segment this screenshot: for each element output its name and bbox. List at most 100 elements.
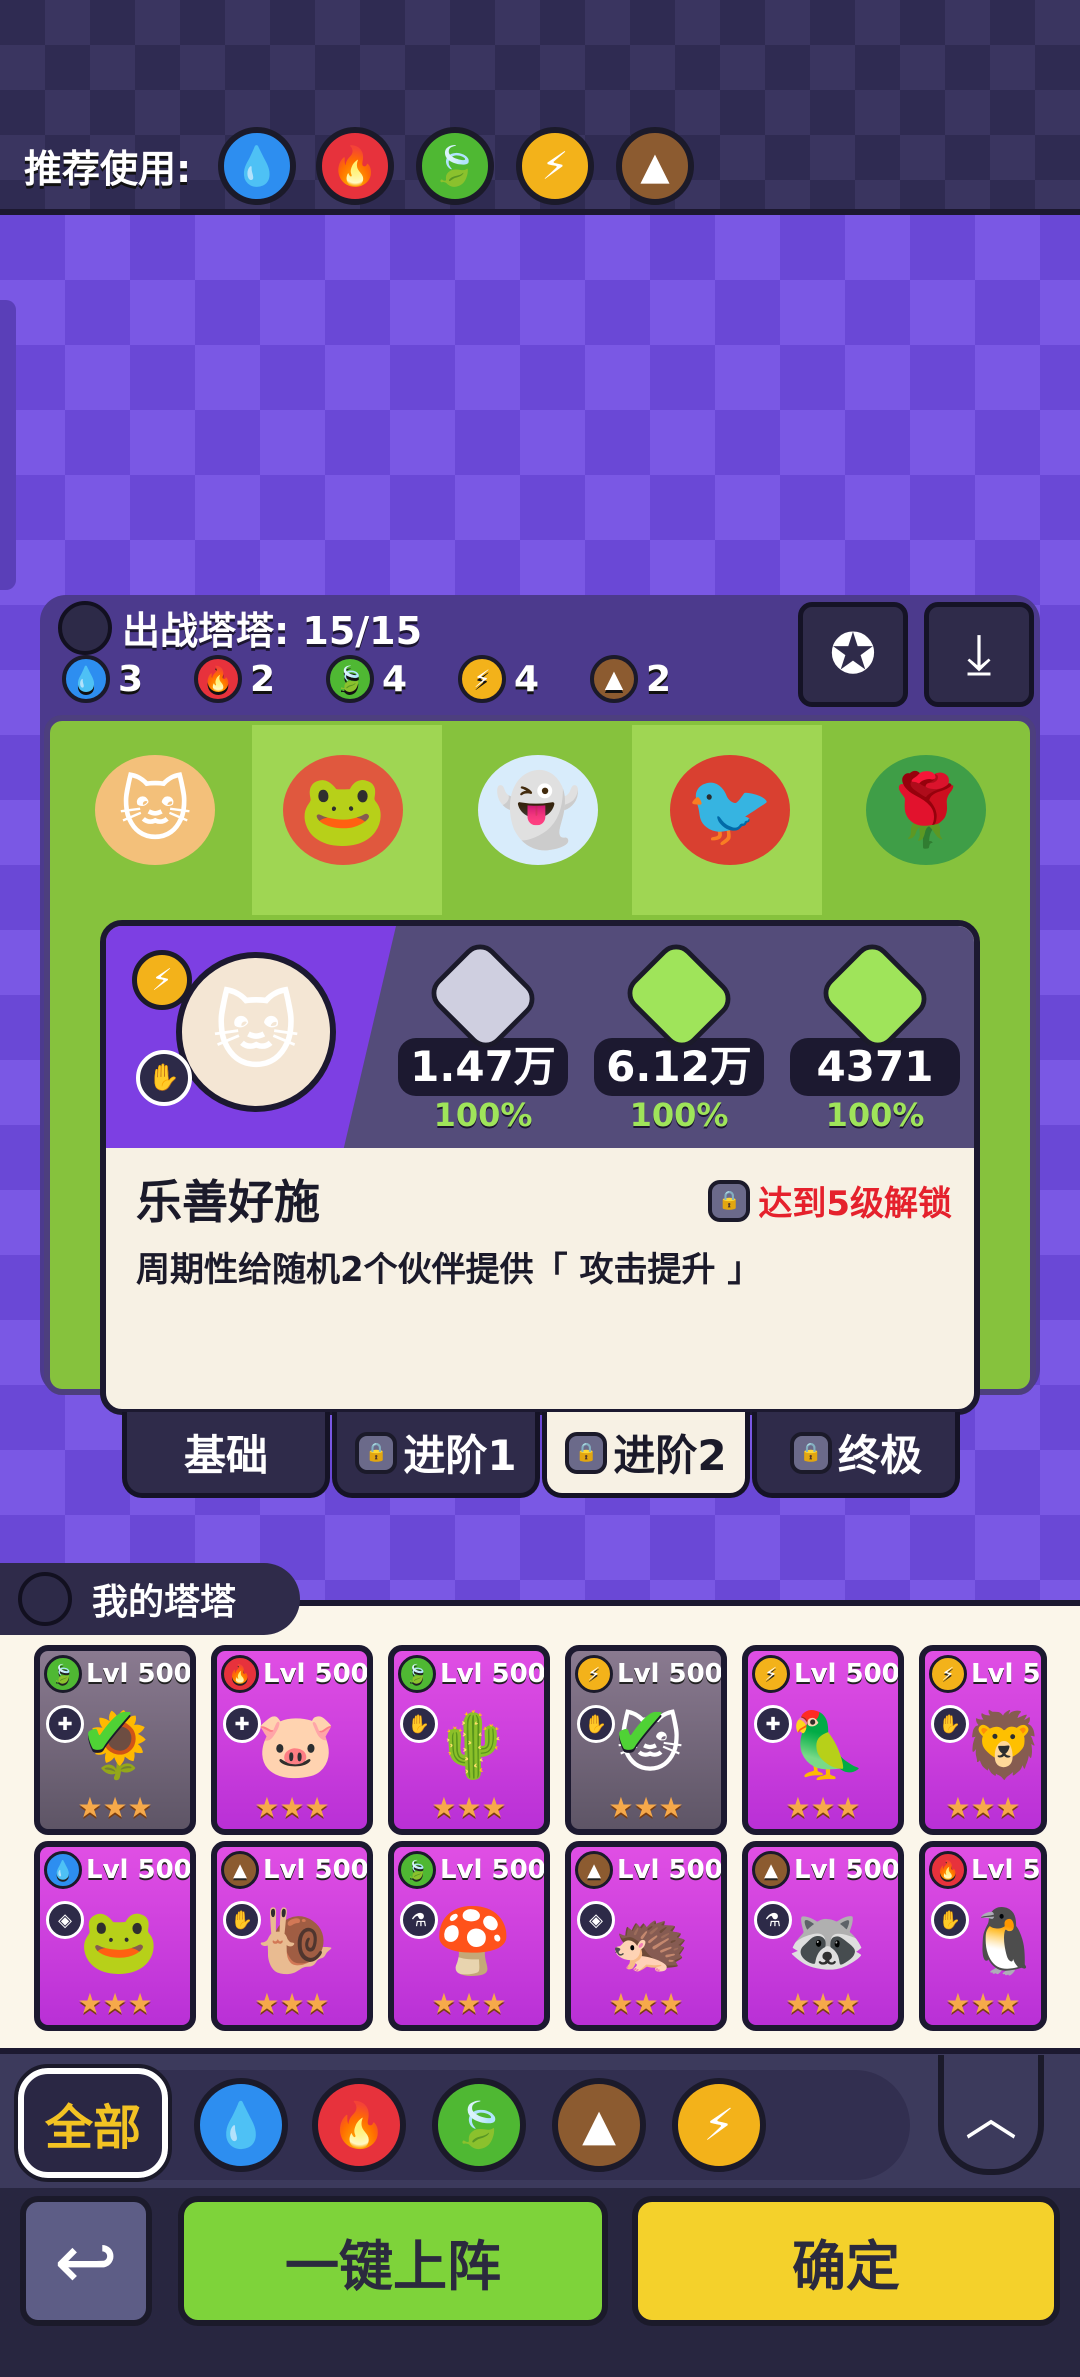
- side-handle[interactable]: [0, 300, 16, 590]
- card-level: ⚡ Lvl 5: [929, 1655, 1041, 1693]
- grid-unit-bird[interactable]: 🐦: [670, 755, 790, 865]
- my-towers-title: 我的塔塔: [92, 1582, 237, 1623]
- tower-card[interactable]: ▲ Lvl 500 ◈ 🦔 ★★★: [565, 1841, 727, 2031]
- tower-art: 🐌: [256, 1904, 336, 1979]
- grid-unit-frog[interactable]: 🐸: [283, 755, 403, 865]
- skill-lock-status: 🔒 达到5级解锁: [708, 1176, 952, 1225]
- tower-mascot-icon: [58, 600, 112, 655]
- star-rating-icon: ★★★: [945, 1791, 1021, 1824]
- star-rating-icon: ★★★: [77, 1987, 153, 2020]
- filter-leaf-button[interactable]: 🍃: [432, 2078, 526, 2172]
- count-earth: ▲ 2: [590, 655, 671, 703]
- stat-percent: 100%: [629, 1096, 729, 1134]
- lightning-element-icon: ⚡: [752, 1655, 790, 1693]
- tower-card[interactable]: 🍃 Lvl 500 ✋ 🌵 ★★★: [388, 1645, 550, 1835]
- tower-card[interactable]: 🍃 Lvl 500 ⚗ 🍄 ★★★: [388, 1841, 550, 2031]
- tab-ultimate[interactable]: 🔒 终极: [752, 1412, 960, 1498]
- tower-card[interactable]: ▲ Lvl 500 ✋ 🐌 ★★★: [211, 1841, 373, 2031]
- tower-card[interactable]: ⚡ Lvl 5 ✋ 🦁 ★★★: [919, 1645, 1047, 1835]
- my-towers-header: 我的塔塔: [0, 1563, 300, 1635]
- card-level-text: Lvl 5: [971, 1659, 1041, 1689]
- confirm-button[interactable]: 确定: [632, 2196, 1060, 2326]
- tower-art: 🦁: [964, 1708, 1044, 1783]
- card-level: 🍃 Lvl 500: [398, 1655, 544, 1693]
- lock-icon: 🔒: [708, 1179, 751, 1222]
- count-value: 2: [646, 658, 672, 700]
- tab-advance-2[interactable]: 🔒 进阶2: [542, 1412, 750, 1498]
- tower-card[interactable]: 🍃 Lvl 500 ✚ 🌻 ★★★ ✔: [34, 1645, 196, 1835]
- tab-label: 进阶1: [403, 1431, 517, 1480]
- card-level-text: Lvl 500: [794, 1659, 900, 1689]
- star-rating-icon: ★★★: [77, 1791, 153, 1824]
- deployed-check-icon: ✔: [611, 1691, 670, 1773]
- tab-basic[interactable]: 基础: [122, 1412, 330, 1498]
- earth-element-icon: ▲: [221, 1851, 259, 1889]
- star-rating-icon: ★★★: [608, 1791, 684, 1824]
- unload-button[interactable]: ⤓: [924, 602, 1034, 707]
- card-level-text: Lvl 500: [86, 1855, 192, 1885]
- earth-element-icon: ▲: [582, 2099, 616, 2151]
- filter-lightning-button[interactable]: ⚡: [672, 2078, 766, 2172]
- filter-all-button[interactable]: 全部: [14, 2064, 172, 2182]
- tower-mascot-icon: [18, 1572, 72, 1626]
- grid-unit-flower[interactable]: 🌹: [866, 755, 986, 865]
- auto-deploy-button[interactable]: 一键上阵: [178, 2196, 608, 2326]
- star-rating-icon: ★★★: [431, 1987, 507, 2020]
- tower-art: 🦜: [787, 1708, 867, 1783]
- skin-button[interactable]: ✪: [798, 602, 908, 707]
- tower-card[interactable]: 🔥 Lvl 500 ✚ 🐷 ★★★: [211, 1645, 373, 1835]
- fire-element-icon: 🔥: [929, 1851, 967, 1889]
- filter-earth-button[interactable]: ▲: [552, 2078, 646, 2172]
- lightning-element-icon: ⚡: [132, 950, 192, 1010]
- stat-health: 6.12万 100%: [594, 936, 764, 1134]
- card-level: ▲ Lvl 500: [752, 1851, 898, 1889]
- tower-card[interactable]: ▲ Lvl 500 ⚗ 🦝 ★★★: [742, 1841, 904, 2031]
- card-level: ⚡ Lvl 500: [752, 1655, 900, 1693]
- count-fire: 🔥 2: [194, 655, 275, 703]
- team-header: 出战塔塔: 15/15: [58, 600, 422, 655]
- count-value: 3: [118, 658, 144, 700]
- lightning-element-icon: ⚡: [703, 2099, 735, 2151]
- tab-label: 终极: [837, 1431, 922, 1480]
- earth-element-icon: ▲: [590, 655, 638, 703]
- grid-unit-ghost[interactable]: 👻: [478, 755, 598, 865]
- water-element-icon: 💧: [62, 655, 110, 703]
- leaf-element-icon: 🍃: [326, 655, 374, 703]
- fire-element-icon: 🔥: [194, 655, 242, 703]
- water-element-icon: 💧: [218, 127, 296, 205]
- earth-element-icon: ▲: [616, 127, 694, 205]
- tab-advance-1[interactable]: 🔒 进阶1: [332, 1412, 540, 1498]
- mascot-star-icon: ✪: [829, 622, 877, 687]
- count-lightning: ⚡ 4: [458, 655, 539, 703]
- recommend-label: 推荐使用:: [24, 147, 192, 191]
- tab-label: 基础: [183, 1431, 268, 1480]
- card-level: 💧 Lvl 500: [44, 1851, 192, 1889]
- deployed-check-icon: ✔: [80, 1691, 139, 1773]
- leaf-element-icon: 🍃: [416, 127, 494, 205]
- team-title: 出战塔塔: 15/15: [122, 609, 423, 653]
- card-level-text: Lvl 500: [617, 1659, 723, 1689]
- tower-art: 🦝: [787, 1904, 867, 1979]
- card-level: ⚡ Lvl 500: [575, 1655, 723, 1693]
- card-level-text: Lvl 5: [971, 1855, 1041, 1885]
- card-level: 🔥 Lvl 5: [929, 1851, 1041, 1889]
- tower-portrait: 🐱: [176, 952, 336, 1112]
- skill-name: 乐善好施: [136, 1175, 320, 1229]
- tower-card[interactable]: 💧 Lvl 500 ◈ 🐸 ★★★: [34, 1841, 196, 2031]
- tower-card[interactable]: ⚡ Lvl 500 ✚ 🦜 ★★★: [742, 1645, 904, 1835]
- leaf-element-icon: 🍃: [451, 2100, 507, 2151]
- grid-unit-cat[interactable]: 🐱: [95, 755, 215, 865]
- star-rating-icon: ★★★: [254, 1987, 330, 2020]
- lightning-element-icon: ⚡: [458, 655, 506, 703]
- back-button[interactable]: ↩: [20, 2196, 152, 2326]
- return-arrow-icon: ↩: [54, 2216, 118, 2306]
- tower-card[interactable]: ⚡ Lvl 500 ✋ 🐱 ★★★ ✔: [565, 1645, 727, 1835]
- filter-water-button[interactable]: 💧: [194, 2078, 288, 2172]
- tower-art: 🌵: [433, 1708, 513, 1783]
- collapse-button[interactable]: ︿: [938, 2055, 1044, 2175]
- tower-card[interactable]: 🔥 Lvl 5 ✋ 🐧 ★★★: [919, 1841, 1047, 2031]
- lock-text: 达到5级解锁: [758, 1184, 952, 1224]
- count-value: 4: [514, 658, 540, 700]
- tower-art: 🦔: [610, 1904, 690, 1979]
- filter-fire-button[interactable]: 🔥: [312, 2078, 406, 2172]
